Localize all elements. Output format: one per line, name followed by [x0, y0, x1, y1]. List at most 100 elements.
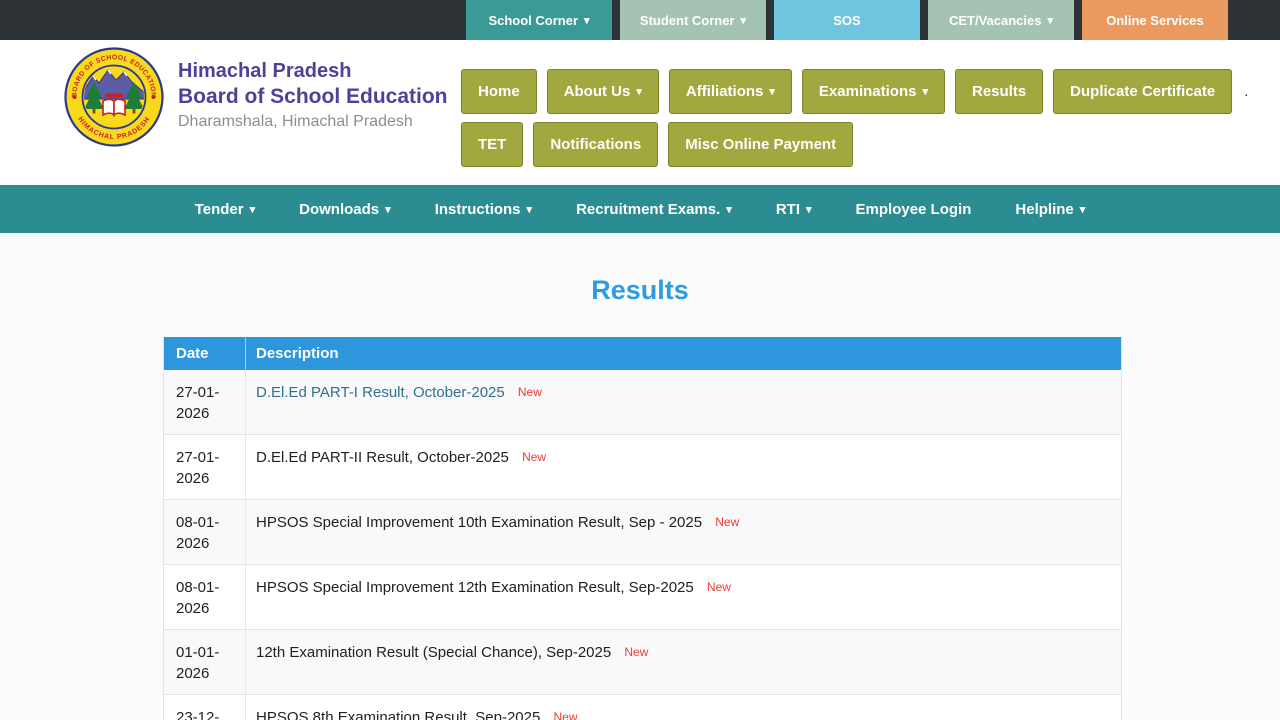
result-link[interactable]: HPSOS 8th Examination Result, Sep-2025: [256, 709, 540, 720]
result-date: 23-12-2025: [164, 695, 246, 720]
stray-dot: .: [1244, 83, 1249, 100]
table-row: 23-12-2025 HPSOS 8th Examination Result,…: [164, 694, 1121, 720]
topbar-tab[interactable]: Student Corner ▾: [620, 0, 766, 40]
menu-item-label: Tender: [194, 200, 244, 218]
caret-down-icon: ▾: [769, 86, 775, 98]
result-description-cell: D.El.Ed PART-II Result, October-2025 New: [246, 435, 1121, 499]
new-badge: New: [624, 645, 649, 659]
table-row: 27-01-2026 D.El.Ed PART-II Result, Octob…: [164, 434, 1121, 499]
nav-button-label: Results: [971, 83, 1027, 100]
menu-item-label: RTI: [775, 200, 800, 218]
nav-button[interactable]: Results: [954, 69, 1044, 114]
caret-down-icon: ▾: [584, 14, 590, 27]
logo-open-book: [102, 98, 126, 118]
menu-item-label: Employee Login: [855, 200, 972, 218]
result-description-cell: HPSOS Special Improvement 10th Examinati…: [246, 500, 1121, 564]
nav-button[interactable]: Examinations ▾: [801, 69, 945, 114]
table-row: 27-01-2026 D.El.Ed PART-I Result, Octobe…: [164, 370, 1121, 434]
nav-button-label: Misc Online Payment: [685, 136, 837, 153]
topbar-tabs: School Corner ▾ Student Corner ▾ SOS CET…: [466, 0, 1228, 40]
brand-title-line1: Himachal Pradesh: [178, 60, 352, 82]
topbar-tab[interactable]: SOS: [774, 0, 920, 40]
primary-nav-row-2: TET Notifications Misc Online Payment: [461, 122, 1251, 167]
nav-button[interactable]: Affiliations ▾: [668, 69, 792, 114]
caret-down-icon: ▾: [636, 86, 642, 98]
result-description-cell: 12th Examination Result (Special Chance)…: [246, 630, 1121, 694]
menu-item-label: Helpline: [1015, 200, 1074, 218]
menu-item[interactable]: RTI ▾: [754, 201, 834, 218]
result-link[interactable]: HPSOS Special Improvement 10th Examinati…: [256, 514, 702, 531]
topbar: School Corner ▾ Student Corner ▾ SOS CET…: [0, 0, 1280, 40]
caret-down-icon: ▾: [526, 203, 533, 216]
caret-down-icon: ▾: [1047, 14, 1054, 27]
topbar-tab-label: Student Corner: [639, 12, 735, 28]
nav-button-label: Duplicate Certificate: [1070, 83, 1216, 100]
column-header-description: Description: [256, 345, 339, 362]
new-badge: New: [715, 515, 740, 529]
result-date: 27-01-2026: [164, 370, 246, 434]
table-body: 27-01-2026 D.El.Ed PART-I Result, Octobe…: [164, 370, 1121, 720]
nav-button[interactable]: Notifications: [533, 122, 659, 167]
caret-down-icon: ▾: [922, 86, 928, 98]
result-description-cell: D.El.Ed PART-I Result, October-2025 New: [246, 370, 1121, 434]
result-link[interactable]: D.El.Ed PART-II Result, October-2025: [256, 449, 509, 466]
topbar-tab-label: Online Services: [1106, 12, 1204, 28]
caret-down-icon: ▾: [385, 203, 391, 216]
topbar-tab-label: CET/Vacancies: [948, 12, 1042, 28]
result-description-cell: HPSOS 8th Examination Result, Sep-2025 N…: [246, 695, 1121, 720]
nav-button[interactable]: About Us ▾: [546, 69, 659, 114]
table-row: 08-01-2026 HPSOS Special Improvement 12t…: [164, 564, 1121, 629]
nav-button-label: Notifications: [550, 136, 642, 153]
new-badge: New: [522, 450, 547, 464]
board-logo: BOARD OF SCHOOL EDUCATION HIMACHAL PRADE…: [64, 47, 164, 147]
page-title: Results: [591, 275, 689, 305]
nav-button[interactable]: Home: [461, 69, 537, 114]
menu-item[interactable]: Instructions ▾: [413, 201, 554, 218]
main-content: Results Date Description 27-01-2026 D.El…: [0, 233, 1280, 720]
nav-button[interactable]: TET: [461, 122, 524, 167]
caret-down-icon: ▾: [726, 203, 732, 216]
result-date: 08-01-2026: [164, 500, 246, 564]
result-date: 01-01-2026: [164, 630, 246, 694]
topbar-tab[interactable]: Online Services: [1082, 0, 1228, 40]
menu-item-label: Downloads: [299, 200, 380, 218]
menu-item[interactable]: Downloads ▾: [277, 201, 413, 218]
brand-title-line2: Board of School Education: [178, 85, 448, 108]
menu-item-label: Instructions: [434, 200, 521, 218]
logo-scroll: [105, 93, 123, 98]
nav-button-label: Home: [478, 83, 520, 100]
column-header-date: Date: [164, 337, 246, 370]
nav-button[interactable]: Misc Online Payment: [668, 122, 854, 167]
topbar-tab[interactable]: CET/Vacancies ▾: [928, 0, 1074, 40]
result-date: 08-01-2026: [164, 565, 246, 629]
new-badge: New: [706, 580, 731, 594]
brand-subtitle: Dharamshala, Himachal Pradesh: [178, 113, 413, 131]
nav-button[interactable]: Duplicate Certificate: [1053, 69, 1233, 114]
menu-item[interactable]: Helpline ▾: [993, 201, 1107, 218]
menu-item[interactable]: Employee Login: [834, 201, 994, 218]
table-row: 01-01-2026 12th Examination Result (Spec…: [164, 629, 1121, 694]
topbar-tab[interactable]: School Corner ▾: [466, 0, 612, 40]
primary-nav: Home About Us ▾ Affiliations ▾ Examinati…: [461, 69, 1251, 175]
secondary-menubar: Tender ▾ Downloads ▾ Instructions ▾ Recr…: [0, 185, 1280, 233]
primary-nav-row-1: Home About Us ▾ Affiliations ▾ Examinati…: [461, 69, 1251, 114]
result-description-cell: HPSOS Special Improvement 12th Examinati…: [246, 565, 1121, 629]
menu-item[interactable]: Tender ▾: [173, 201, 277, 218]
result-link[interactable]: D.El.Ed PART-I Result, October-2025: [256, 384, 505, 401]
caret-down-icon: ▾: [740, 14, 747, 27]
result-link[interactable]: 12th Examination Result (Special Chance)…: [256, 644, 611, 661]
topbar-tab-label: School Corner: [488, 12, 579, 28]
caret-down-icon: ▾: [806, 203, 812, 216]
menu-item[interactable]: Recruitment Exams. ▾: [554, 201, 754, 218]
topbar-tab-label: SOS: [833, 12, 861, 28]
caret-down-icon: ▾: [1079, 203, 1086, 216]
header: BOARD OF SCHOOL EDUCATION HIMACHAL PRADE…: [0, 40, 1280, 185]
results-table: Date Description 27-01-2026 D.El.Ed PART…: [163, 337, 1122, 720]
result-date: 27-01-2026: [164, 435, 246, 499]
result-link[interactable]: HPSOS Special Improvement 12th Examinati…: [256, 579, 694, 596]
nav-button-label: Affiliations: [685, 83, 764, 100]
new-badge: New: [517, 385, 542, 399]
new-badge: New: [553, 710, 578, 720]
menu-item-label: Recruitment Exams.: [576, 200, 721, 218]
nav-button-label: Examinations: [818, 83, 917, 100]
